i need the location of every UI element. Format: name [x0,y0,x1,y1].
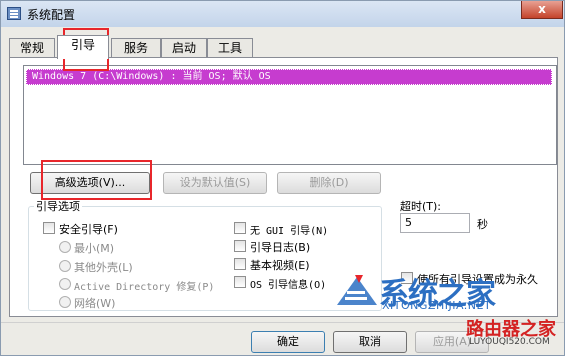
ad-repair-radio[interactable] [59,278,71,290]
base-video-checkbox[interactable] [234,258,246,270]
timeout-unit: 秒 [477,218,488,231]
delete-button[interactable]: 删除(D) [277,172,381,194]
alternate-shell-label: 其他外壳(L) [74,261,133,274]
window-title: 系统配置 [27,8,76,22]
timeout-input[interactable]: 5 [400,213,470,233]
os-list-item[interactable]: Windows 7 (C:\Windows) : 当前 OS; 默认 OS [26,69,552,85]
os-boot-info-checkbox[interactable] [234,276,246,288]
os-boot-info-label: OS 引导信息(O) [250,280,327,291]
tab-services[interactable]: 服务 [111,38,161,58]
watermark-brand2-url: LUYOUQI520.COM [469,337,550,347]
tab-tools[interactable]: 工具 [207,38,253,58]
close-button[interactable]: x [521,1,563,19]
highlight-box-advanced [41,160,152,200]
ok-button[interactable]: 确定 [251,331,325,353]
boot-log-label: 引导日志(B) [250,241,311,254]
xitongzhijia-logo [337,275,377,305]
os-list[interactable]: Windows 7 (C:\Windows) : 当前 OS; 默认 OS [23,65,557,165]
alternate-shell-radio[interactable] [59,260,71,272]
timeout-label: 超时(T): [400,200,442,213]
no-gui-boot-checkbox[interactable] [234,222,246,234]
tab-general[interactable]: 常规 [9,38,55,58]
network-label: 网络(W) [74,297,116,310]
boot-log-checkbox[interactable] [234,240,246,252]
base-video-label: 基本视频(E) [250,259,310,272]
safe-boot-label: 安全引导(F) [59,223,118,236]
no-gui-boot-label: 无 GUI 引导(N) [250,226,329,237]
boot-options-title: 引导选项 [34,198,82,214]
tab-boot[interactable]: 引导 [57,35,109,59]
minimal-radio[interactable] [59,241,71,253]
safe-boot-checkbox[interactable] [43,222,55,234]
tab-startup[interactable]: 启动 [161,38,207,58]
set-default-button[interactable]: 设为默认值(S) [163,172,267,194]
system-config-window: 系统配置 x 常规 引导 服务 启动 工具 Windows 7 (C:\Wind… [0,0,565,356]
watermark-brand-url: XITONGZHIJIA.NET [382,299,492,312]
title-bar[interactable]: 系统配置 x [1,1,564,27]
minimal-label: 最小(M) [74,242,115,255]
ad-repair-label: Active Directory 修复(P) [74,282,215,293]
cancel-button[interactable]: 取消 [333,331,407,353]
system-config-icon [7,7,21,20]
network-radio[interactable] [59,296,71,308]
